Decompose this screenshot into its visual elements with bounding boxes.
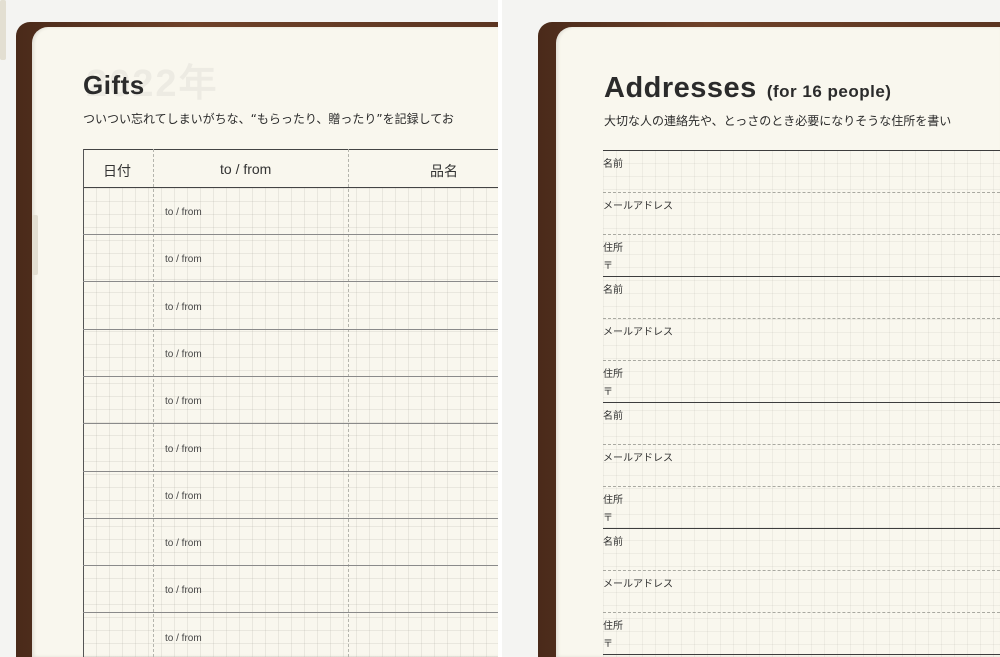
postal-mark: 〒	[603, 513, 613, 524]
to-from-label: to / from	[165, 632, 202, 644]
gifts-table: 日付 to / from 品名 to / from to / from to / f…	[83, 149, 498, 657]
page-subtitle: 大切な人の連絡先や、とっさのとき必要になりそうな住所を書い	[604, 114, 952, 128]
email-field-label: メールアドレス	[603, 453, 673, 464]
field-rule	[603, 318, 1000, 319]
field-rule	[603, 360, 1000, 361]
field-rule	[603, 444, 1000, 445]
gift-row: to / from	[83, 235, 498, 283]
gift-row: to / from	[83, 566, 498, 614]
email-field-label: メールアドレス	[603, 201, 673, 212]
postal-mark: 〒	[603, 639, 613, 650]
entry-rule	[603, 402, 1000, 403]
to-from-label: to / from	[165, 396, 202, 408]
to-from-label: to / from	[165, 585, 202, 597]
entry-rule	[603, 654, 1000, 655]
name-field-label: 名前	[603, 537, 623, 548]
column-header-date: 日付	[103, 163, 131, 179]
address-field-label: 住所	[603, 621, 623, 632]
to-from-label: to / from	[165, 254, 202, 266]
to-from-label: to / from	[165, 207, 202, 218]
page-title-main: Addresses	[604, 72, 757, 104]
name-field-label: 名前	[603, 285, 623, 296]
postal-mark: 〒	[603, 387, 613, 398]
field-rule	[603, 234, 1000, 235]
gift-row: to / from	[83, 519, 498, 567]
gift-row: to / from	[83, 614, 498, 657]
field-rule	[603, 612, 1000, 613]
address-field-label: 住所	[603, 369, 623, 380]
entry-top-rule	[603, 150, 1000, 151]
to-from-label: to / from	[165, 443, 202, 455]
email-field-label: メールアドレス	[603, 327, 673, 338]
page-title: Gifts	[83, 70, 145, 100]
gift-row: to / from	[83, 283, 498, 330]
to-from-label: to / from	[165, 348, 202, 360]
gifts-photo-panel: 2022年 Gifts ついつい忘れてしまいがちな、“もらったり、贈ったり”を記…	[0, 0, 498, 657]
field-rule	[603, 192, 1000, 193]
entry-rule	[603, 528, 1000, 529]
page-subtitle: ついつい忘れてしまいがちな、“もらったり、贈ったり”を記録してお	[83, 112, 454, 126]
column-header-to-from: to / from	[220, 161, 272, 177]
page-tab	[32, 215, 38, 275]
field-rule	[603, 570, 1000, 571]
page-tab	[0, 0, 6, 60]
name-field-label: 名前	[603, 159, 623, 170]
name-field-label: 名前	[603, 411, 623, 422]
to-from-label: to / from	[165, 538, 202, 550]
page-title: Addresses (for 16 people)	[604, 72, 891, 105]
gift-row: to / from	[83, 330, 498, 377]
table-top-rule	[83, 149, 498, 150]
postal-mark: 〒	[603, 261, 613, 272]
column-header-item: 品名	[430, 163, 458, 179]
address-entries: 名前 メールアドレス 住所〒名前 メールアドレス 住所〒名前 メールアドレス 住所〒名前 メー…	[603, 150, 1000, 657]
page-title-suffix: (for 16 people)	[766, 82, 892, 101]
entry-rule	[603, 276, 1000, 277]
gift-row: to / from	[83, 425, 498, 472]
address-field-label: 住所	[603, 495, 623, 506]
address-field-label: 住所	[603, 243, 623, 254]
email-field-label: メールアドレス	[603, 579, 673, 590]
gift-row: to / from	[83, 188, 498, 235]
to-from-label: to / from	[165, 301, 202, 313]
to-from-label: to / from	[165, 490, 202, 502]
gift-row: to / from	[83, 377, 498, 425]
gift-row: to / from	[83, 472, 498, 519]
field-rule	[603, 486, 1000, 487]
